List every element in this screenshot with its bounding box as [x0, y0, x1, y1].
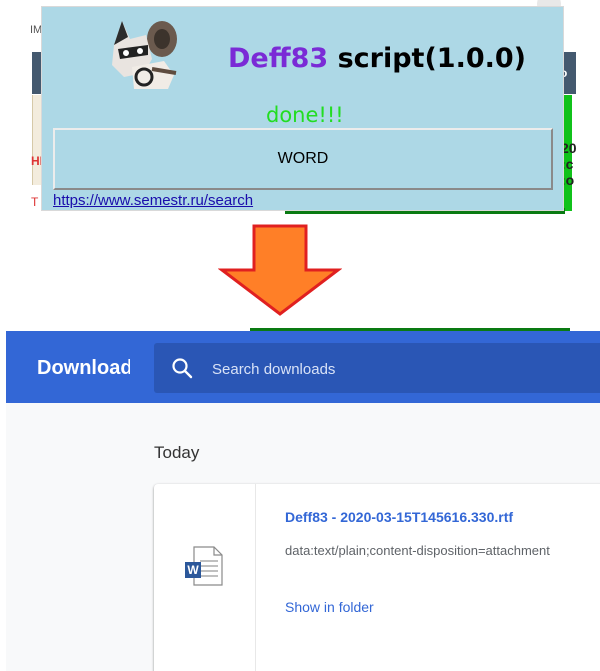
svg-text:W: W [187, 563, 199, 577]
popup-title: Deff83 script(1.0.0) [228, 43, 526, 74]
word-document-icon[interactable]: W [184, 545, 224, 587]
download-item: W Deff83 - 2020-03-15T145616.330.rtf dat… [154, 484, 600, 671]
word-button[interactable]: WORD [53, 128, 553, 190]
downloads-title: Downloads [37, 357, 130, 379]
download-source-url: data:text/plain;content-disposition=atta… [285, 543, 550, 558]
date-group-heading: Today [154, 443, 200, 462]
search-box[interactable] [154, 343, 600, 395]
item-divider [255, 484, 256, 671]
semestr-link[interactable]: https://www.semestr.ru/search [53, 192, 253, 209]
downloads-toolbar: Download s [6, 331, 600, 403]
download-file-name[interactable]: Deff83 - 2020-03-15T145616.330.rtf [285, 509, 513, 525]
search-input[interactable] [210, 343, 594, 395]
popup-title-brand: Deff83 [228, 43, 329, 74]
show-in-folder-link[interactable]: Show in folder [285, 599, 374, 615]
down-arrow-icon [218, 224, 342, 316]
background-text-bottom-left: T [31, 195, 39, 209]
downloads-page: Downloads Today W Deff83 - 2020-03-1 [6, 328, 600, 671]
raccoon-avatar-icon [104, 15, 180, 91]
script-popup: Deff83 script(1.0.0) done!!! WORD https:… [41, 6, 564, 211]
search-icon[interactable] [171, 357, 193, 379]
status-text: done!!! [266, 103, 344, 127]
downloads-list: Today W Deff83 - 2020-03-15T145616.330.r… [6, 403, 600, 671]
popup-title-rest: script(1.0.0) [337, 43, 527, 74]
